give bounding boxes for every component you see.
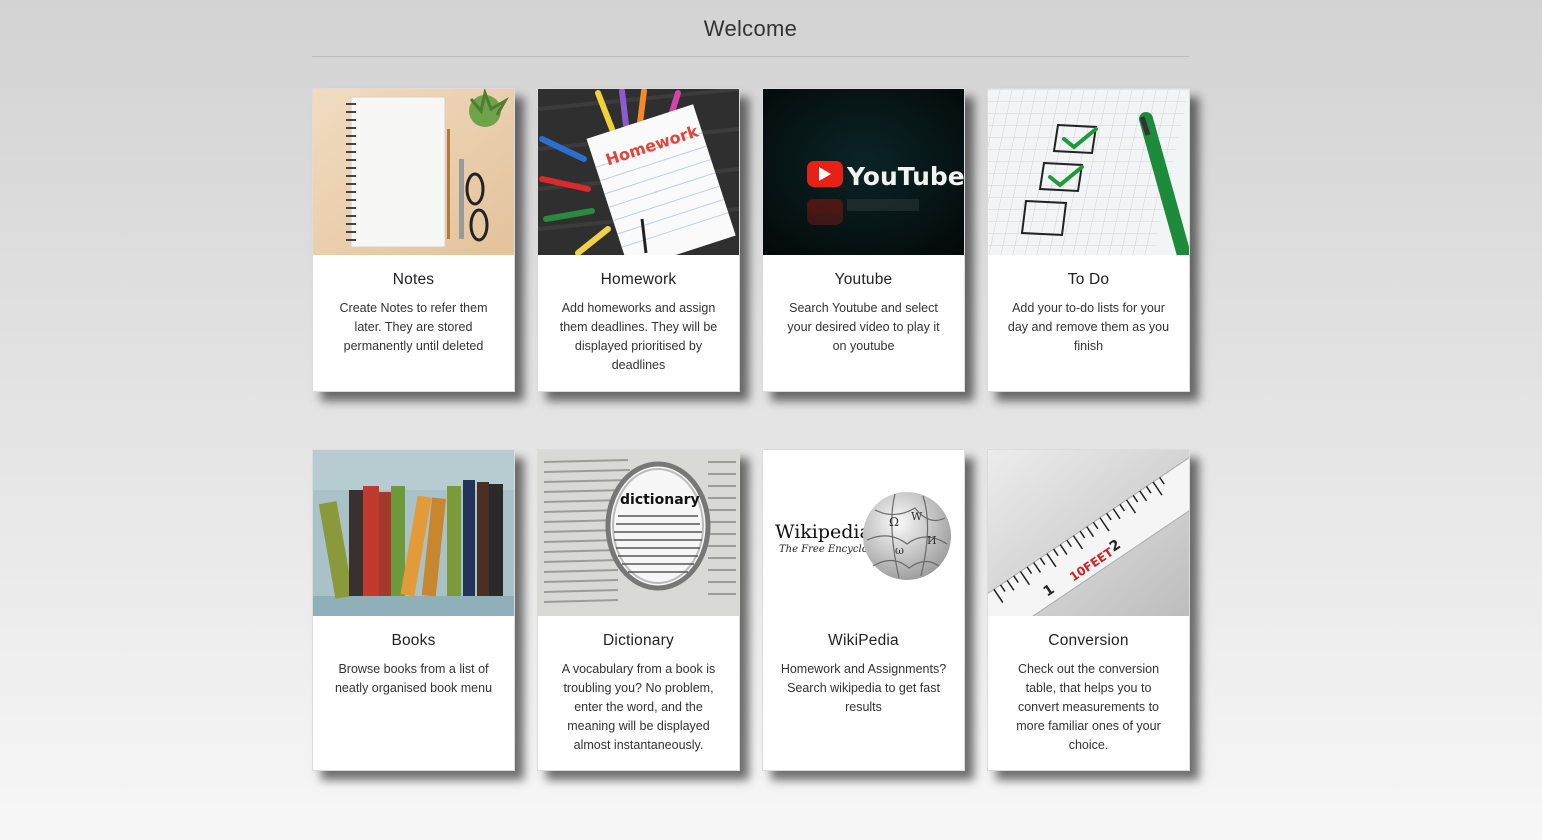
wikipedia-logo-image: Wikipedia The Free Encyclopedia Ω W И ω [763,450,964,616]
card-description: Search Youtube and select your desired v… [787,301,940,353]
card-description: A vocabulary from a book is troubling yo… [561,662,716,752]
card-description: Browse books from a list of neatly organ… [334,662,493,695]
card-description: Check out the conversion table, that hel… [1016,662,1161,752]
homework-image: Homework [538,89,739,255]
card-dictionary[interactable]: dictionary Dictionary A vocabulary from … [537,449,740,771]
page-header: Welcome [312,0,1189,57]
card-conversion[interactable]: 10FEET 1 2 Conversion Check out the conv… [987,449,1190,771]
card-notes[interactable]: Notes Create Notes to refer them later. … [312,88,515,392]
card-description: Add your to-do lists for your day and re… [1007,301,1170,353]
bookshelf-image [313,450,514,616]
svg-text:ω: ω [895,544,904,557]
notebook-image [313,89,514,255]
card-title: Conversion [1048,632,1129,649]
dictionary-magnifier-image: dictionary [538,450,739,616]
card-todo[interactable]: To Do Add your to-do lists for your day … [987,88,1190,392]
youtube-image-text: YouTube [846,162,964,191]
card-description: Create Notes to refer them later. They a… [339,301,488,353]
dictionary-image-text: dictionary [620,492,700,508]
youtube-logo-image: YouTube [763,89,964,255]
wikipedia-image-text: Wikipedia [775,521,871,543]
card-title: Notes [392,271,435,288]
tape-measure-image: 10FEET 1 2 [988,450,1189,616]
card-title: Dictionary [603,632,674,649]
svg-text:W: W [911,510,923,523]
card-books[interactable]: Books Browse books from a list of neatly… [312,449,515,771]
svg-text:И: И [927,534,937,547]
card-title: Youtube [834,271,893,288]
card-youtube[interactable]: YouTube Youtube Search Youtube and selec… [762,88,965,392]
card-homework[interactable]: Homework Homework Add homeworks and assi… [537,88,740,392]
page-title: Welcome [703,16,798,41]
card-title: Homework [600,271,677,288]
card-title: WikiPedia [828,632,899,649]
card-title: Books [391,632,436,649]
card-wikipedia[interactable]: Wikipedia The Free Encyclopedia Ω W И ω … [762,449,965,771]
svg-text:Ω: Ω [889,515,899,529]
checklist-image [988,89,1189,255]
card-description: Add homeworks and assign them deadlines.… [559,301,718,372]
card-description: Homework and Assignments? Search wikiped… [780,662,947,714]
card-title: To Do [1067,271,1110,288]
